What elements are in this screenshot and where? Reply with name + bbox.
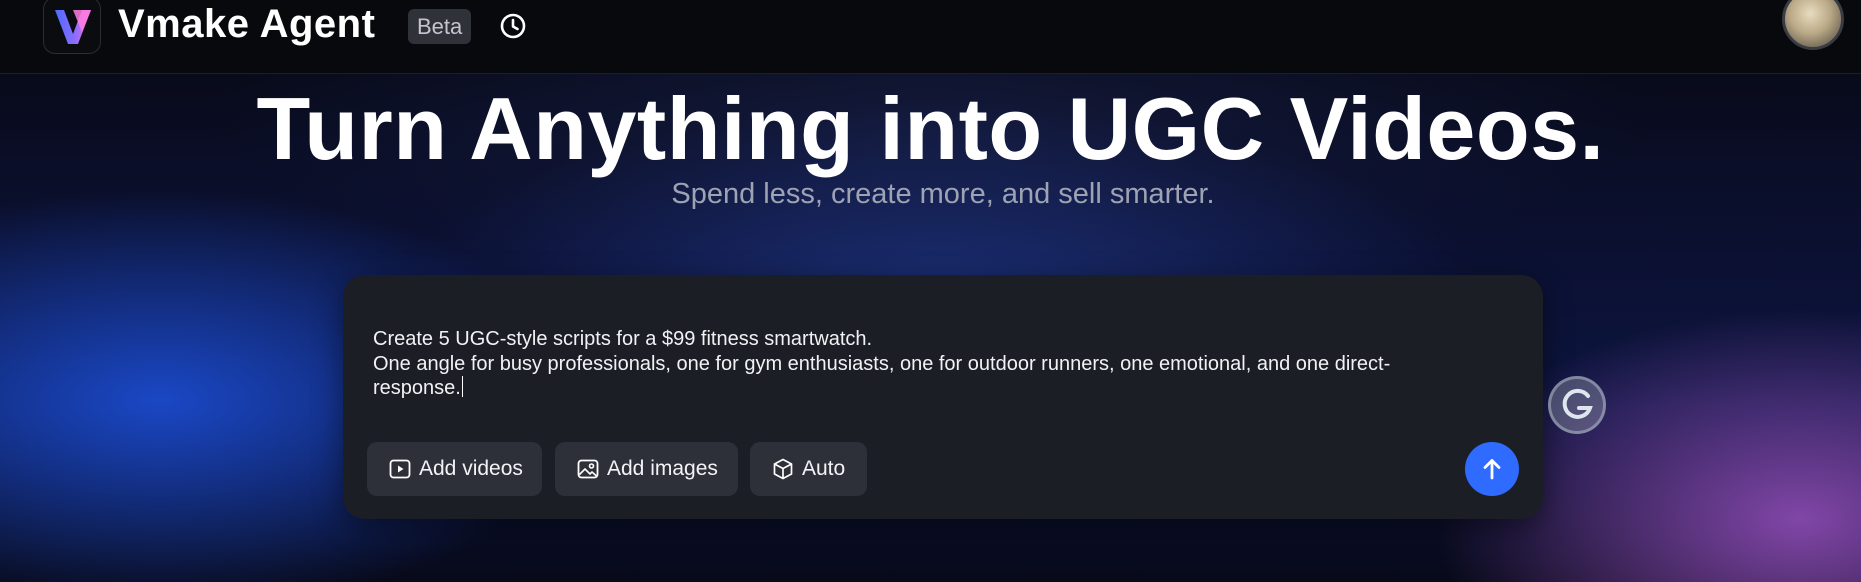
page: Vmake Agent Beta Turn Anything into UGC … [0, 0, 1861, 582]
image-icon [576, 457, 600, 481]
video-play-icon [388, 457, 412, 481]
beta-badge: Beta [408, 9, 472, 44]
prompt-line-3: response. [373, 376, 1523, 401]
app-title: Vmake Agent [118, 2, 376, 46]
add-images-label: Add images [607, 457, 718, 480]
add-images-button[interactable]: Add images [555, 442, 738, 496]
grammarly-icon[interactable] [1548, 376, 1606, 434]
hero-title: Turn Anything into UGC Videos. [256, 79, 1605, 178]
hero-subtitle: Spend less, create more, and sell smarte… [671, 178, 1215, 210]
add-videos-button[interactable]: Add videos [367, 442, 542, 496]
prompt-composer: Create 5 UGC-style scripts for a $99 fit… [343, 275, 1543, 519]
vmake-logo-icon[interactable] [43, 0, 101, 54]
cube-icon [771, 457, 795, 481]
arrow-up-icon [1483, 459, 1501, 480]
add-videos-label: Add videos [419, 457, 523, 480]
prompt-input[interactable]: Create 5 UGC-style scripts for a $99 fit… [373, 327, 1523, 401]
top-bar: Vmake Agent Beta [0, 0, 1861, 74]
auto-label: Auto [802, 457, 846, 480]
prompt-line-3-text: response. [373, 377, 461, 399]
user-avatar[interactable] [1782, 0, 1844, 50]
send-button[interactable] [1465, 442, 1519, 496]
history-clock-icon[interactable] [498, 11, 528, 41]
prompt-line-1: Create 5 UGC-style scripts for a $99 fit… [373, 328, 873, 350]
prompt-line-2: One angle for busy professionals, one fo… [373, 352, 1391, 375]
auto-mode-button[interactable]: Auto [750, 442, 867, 496]
text-caret [461, 376, 464, 397]
